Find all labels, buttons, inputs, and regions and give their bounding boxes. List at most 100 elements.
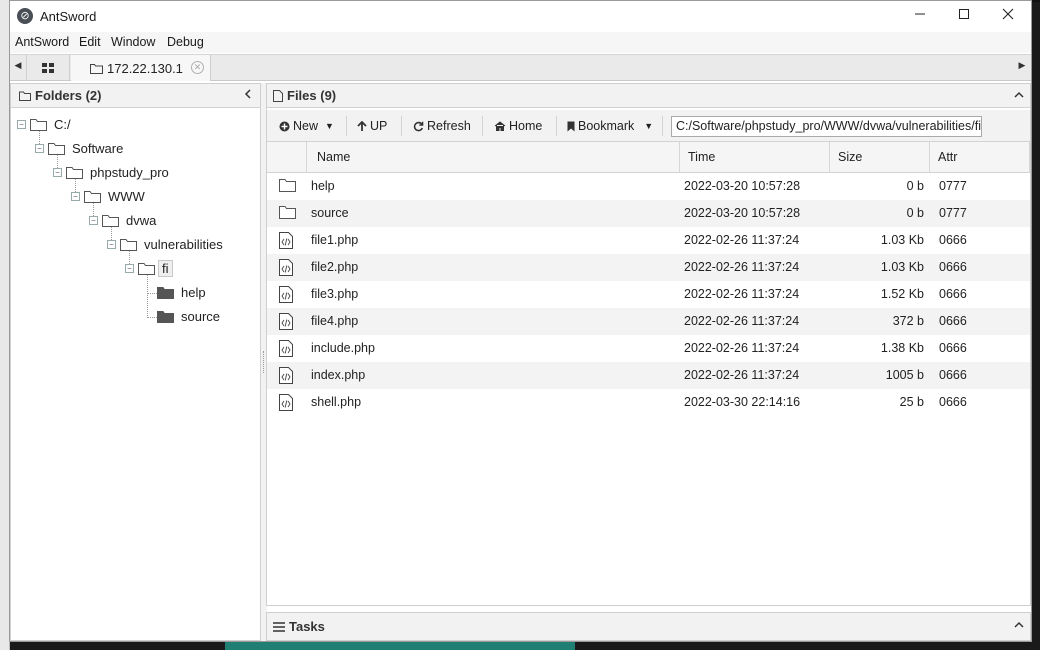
table-row[interactable]: include.php 2022-02-26 11:37:24 1.38 Kb … bbox=[267, 335, 1030, 362]
maximize-button[interactable] bbox=[942, 4, 986, 28]
file-size: 1005 b bbox=[885, 368, 924, 382]
php-file-icon bbox=[279, 394, 293, 411]
file-attr: 0777 bbox=[939, 179, 967, 193]
close-button[interactable] bbox=[986, 4, 1030, 28]
file-attr: 0666 bbox=[939, 314, 967, 328]
collapse-node-icon[interactable]: − bbox=[17, 119, 26, 129]
minimize-icon bbox=[915, 13, 925, 15]
file-name: help bbox=[311, 179, 335, 193]
bookmark-button-label: Bookmark bbox=[578, 119, 635, 133]
menu-edit[interactable]: Edit bbox=[79, 35, 101, 49]
title-bar[interactable]: ⊘ AntSword bbox=[10, 1, 1031, 32]
folder-closed-icon bbox=[157, 286, 174, 299]
tree-node-dvwa[interactable]: − dvwa bbox=[89, 209, 156, 231]
tree-node-root[interactable]: − C:/ bbox=[17, 113, 71, 135]
collapse-node-icon[interactable]: − bbox=[107, 239, 116, 249]
files-panel-title: Files (9) bbox=[287, 88, 337, 103]
collapse-node-icon[interactable]: − bbox=[53, 167, 62, 177]
up-button-label: UP bbox=[370, 119, 388, 133]
tab-home-grid[interactable] bbox=[26, 55, 70, 81]
tree-node-label: vulnerabilities bbox=[144, 236, 223, 252]
up-button[interactable]: UP bbox=[357, 117, 387, 135]
chevron-down-icon: ▼ bbox=[644, 121, 654, 131]
tab-close-icon[interactable]: ✕ bbox=[191, 61, 204, 74]
tab-shell-session[interactable]: 172.22.130.1 ✕ bbox=[71, 55, 211, 81]
files-panel-header: Files (9) bbox=[267, 84, 1030, 108]
php-file-icon bbox=[279, 232, 293, 249]
file-attr: 0666 bbox=[939, 233, 967, 247]
expand-tasks-icon[interactable] bbox=[1014, 618, 1024, 632]
file-size: 0 b bbox=[906, 206, 924, 220]
table-row[interactable]: file4.php 2022-02-26 11:37:24 372 b 0666 bbox=[267, 308, 1030, 335]
file-size: 1.03 Kb bbox=[880, 233, 924, 247]
collapse-node-icon[interactable]: − bbox=[89, 215, 98, 225]
tree-node-fi[interactable]: − fi bbox=[125, 257, 173, 279]
file-time: 2022-02-26 11:37:24 bbox=[684, 341, 800, 355]
tree-node-label: Software bbox=[72, 140, 124, 156]
path-input[interactable]: C:/Software/phpstudy_pro/WWW/dvwa/vulner… bbox=[671, 116, 982, 137]
table-row[interactable]: file3.php 2022-02-26 11:37:24 1.52 Kb 06… bbox=[267, 281, 1030, 308]
chevron-down-icon: ▼ bbox=[325, 121, 334, 131]
file-time: 2022-03-20 10:57:28 bbox=[684, 179, 801, 193]
collapse-node-icon[interactable]: − bbox=[71, 191, 80, 201]
file-name: file4.php bbox=[311, 314, 359, 328]
menu-antsword[interactable]: AntSword bbox=[15, 35, 69, 49]
tree-node-source[interactable]: source bbox=[157, 305, 220, 327]
file-icon bbox=[273, 89, 283, 102]
table-row[interactable]: source 2022-03-20 10:57:28 0 b 0777 bbox=[267, 200, 1030, 227]
home-button-label: Home bbox=[509, 119, 543, 133]
tree-node-www[interactable]: − WWW bbox=[71, 185, 145, 207]
minimize-button[interactable] bbox=[898, 4, 942, 28]
tab-scroll-right-icon[interactable]: ▶ bbox=[1016, 60, 1028, 71]
file-name: file1.php bbox=[311, 233, 359, 247]
tree-node-help[interactable]: help bbox=[157, 281, 206, 303]
folders-panel-title: Folders (2) bbox=[35, 88, 102, 103]
table-row[interactable]: help 2022-03-20 10:57:28 0 b 0777 bbox=[267, 173, 1030, 200]
home-button[interactable]: Home bbox=[494, 117, 542, 135]
folder-icon bbox=[120, 238, 137, 251]
file-name: index.php bbox=[311, 368, 366, 382]
grid-header: Name Time Size Attr bbox=[267, 142, 1030, 173]
collapse-left-icon[interactable] bbox=[244, 88, 252, 102]
tab-scroll-left-icon[interactable]: ◀ bbox=[12, 60, 24, 71]
php-file-icon bbox=[279, 286, 293, 303]
table-row[interactable]: index.php 2022-02-26 11:37:24 1005 b 066… bbox=[267, 362, 1030, 389]
home-icon bbox=[494, 121, 506, 131]
folder-closed-icon bbox=[157, 310, 174, 323]
refresh-button[interactable]: Refresh bbox=[413, 117, 471, 135]
file-time: 2022-03-20 10:57:28 bbox=[684, 206, 801, 220]
column-header-icon bbox=[267, 142, 307, 173]
collapse-up-icon[interactable] bbox=[1014, 88, 1024, 102]
table-row[interactable]: shell.php 2022-03-30 22:14:16 25 b 0666 bbox=[267, 389, 1030, 416]
file-attr: 0666 bbox=[939, 260, 967, 274]
table-row[interactable]: file2.php 2022-02-26 11:37:24 1.03 Kb 06… bbox=[267, 254, 1030, 281]
tasks-panel: Tasks bbox=[266, 612, 1031, 641]
column-header-attr[interactable]: Attr bbox=[930, 142, 1030, 173]
file-time: 2022-02-26 11:37:24 bbox=[684, 233, 800, 247]
file-name: file3.php bbox=[311, 287, 359, 301]
collapse-node-icon[interactable]: − bbox=[125, 263, 134, 273]
file-attr: 0666 bbox=[939, 368, 967, 382]
column-header-size[interactable]: Size bbox=[830, 142, 930, 173]
table-row[interactable]: file1.php 2022-02-26 11:37:24 1.03 Kb 06… bbox=[267, 227, 1030, 254]
column-header-name[interactable]: Name bbox=[307, 142, 680, 173]
column-header-time[interactable]: Time bbox=[680, 142, 830, 173]
tree-node-vulnerabilities[interactable]: − vulnerabilities bbox=[107, 233, 223, 255]
menu-window[interactable]: Window bbox=[111, 35, 155, 49]
files-grid: Name Time Size Attr help 2022-03-20 10:5… bbox=[267, 142, 1030, 416]
collapse-node-icon[interactable]: − bbox=[35, 143, 44, 153]
bookmark-button[interactable]: Bookmark ▼ bbox=[567, 117, 653, 135]
tree-node-label: C:/ bbox=[54, 116, 71, 132]
tree-node-label: WWW bbox=[108, 188, 145, 204]
menu-debug[interactable]: Debug bbox=[167, 35, 204, 49]
file-size: 25 b bbox=[899, 395, 924, 409]
file-name: shell.php bbox=[311, 395, 362, 409]
file-time: 2022-02-26 11:37:24 bbox=[684, 368, 800, 382]
tree-node-label: help bbox=[181, 284, 206, 300]
new-button-label: New bbox=[293, 119, 319, 133]
new-button[interactable]: New ▼ bbox=[279, 117, 334, 135]
tree-node-software[interactable]: − Software bbox=[35, 137, 123, 159]
tree-node-phpstudy[interactable]: − phpstudy_pro bbox=[53, 161, 169, 183]
file-size: 1.03 Kb bbox=[880, 260, 924, 274]
tasks-panel-title: Tasks bbox=[289, 619, 325, 634]
